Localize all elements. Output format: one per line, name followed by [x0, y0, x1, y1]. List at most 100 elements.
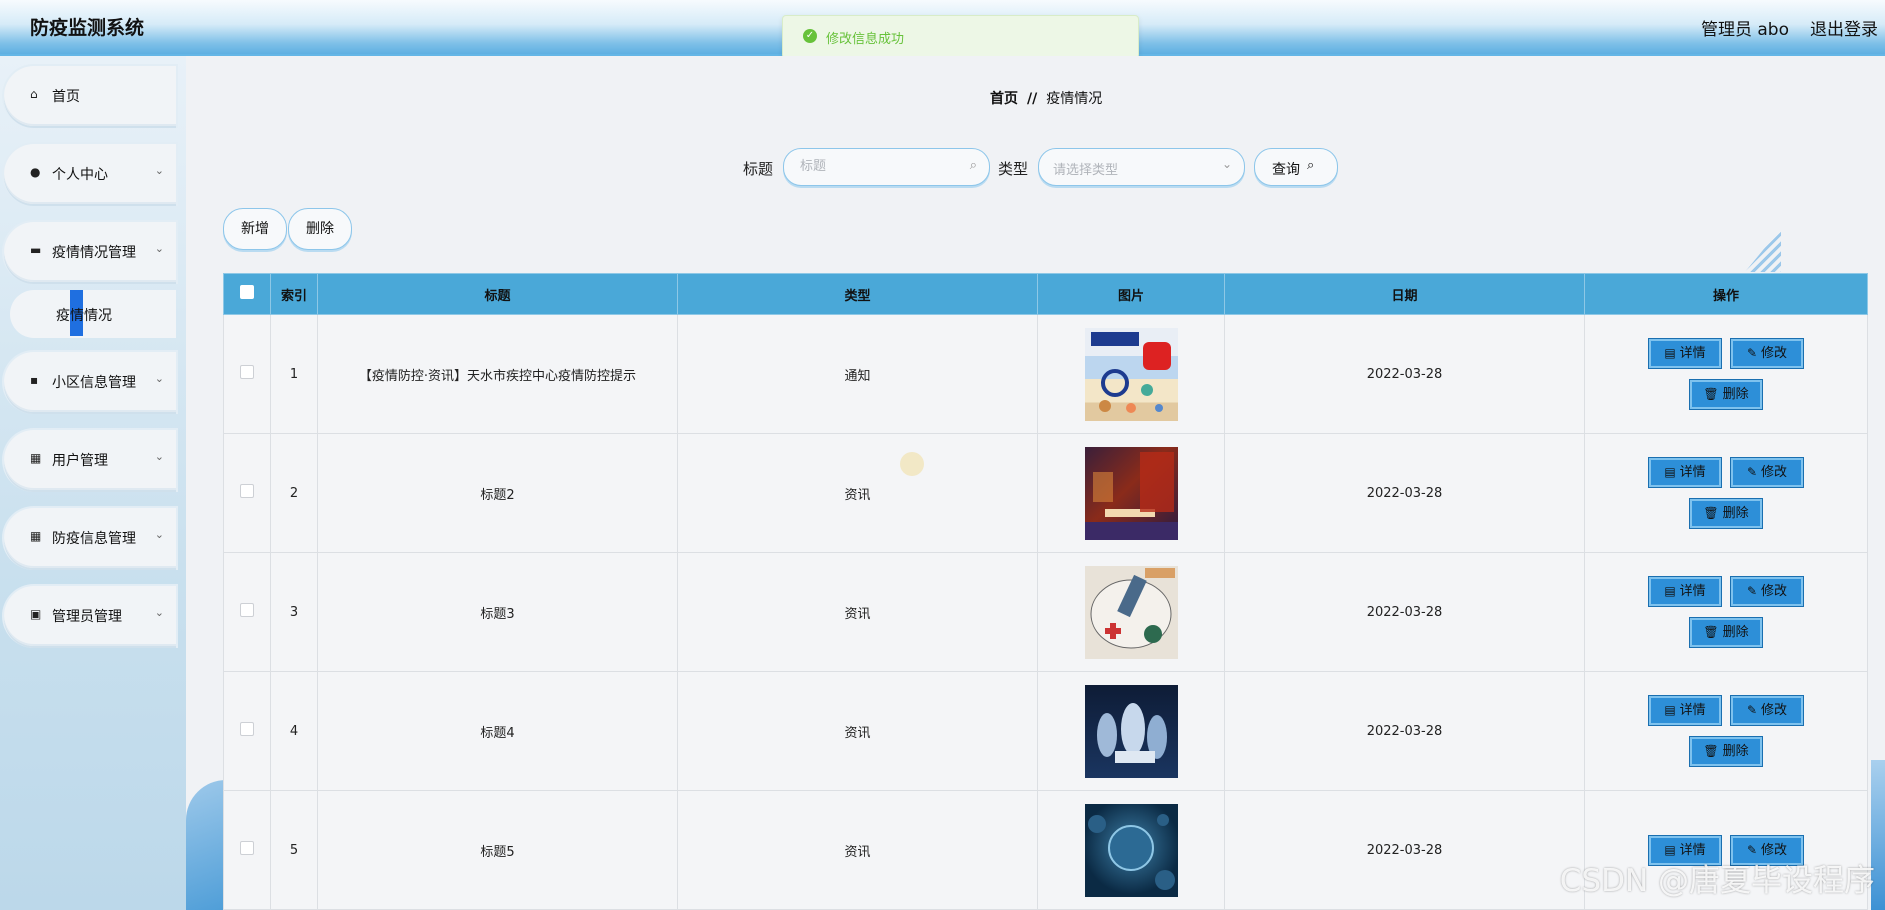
column-header-date: 日期 [1224, 273, 1585, 315]
sidebar-item-home[interactable]: ⌂ 首页 [4, 66, 176, 126]
success-toast: ✓ 修改信息成功 [782, 15, 1139, 59]
sidebar-subitem-label: 疫情情况 [56, 308, 112, 324]
detail-button[interactable]: ▤ 详情 [1648, 576, 1722, 607]
breadcrumb-home[interactable]: 首页 [990, 91, 1018, 107]
row-index: 5 [270, 790, 318, 910]
admin-label: 管理员 abo [1700, 20, 1789, 40]
type-select[interactable]: 请选择类型 ⌄ [1038, 148, 1245, 186]
column-header-title: 标题 [317, 273, 678, 315]
detail-button-label: 详情 [1679, 346, 1706, 361]
grid-icon: ▦ [30, 529, 42, 543]
chevron-down-icon: ⌄ [154, 164, 164, 177]
decorative-wave [186, 780, 226, 910]
add-button[interactable]: 新增 [223, 208, 287, 250]
type-select-placeholder: 请选择类型 [1053, 163, 1119, 178]
detail-button[interactable]: ▤ 详情 [1648, 338, 1722, 369]
select-all-cell[interactable] [223, 273, 271, 315]
delete-button[interactable]: 🗑 删除 [1689, 379, 1763, 410]
document-icon: ▤ [1664, 703, 1676, 717]
sidebar-item-label: 首页 [52, 89, 80, 105]
row-title: 标题4 [317, 671, 678, 791]
column-header-type: 类型 [677, 273, 1038, 315]
edit-button[interactable]: ✎ 修改 [1730, 338, 1804, 369]
delete-button-label: 删除 [1722, 387, 1749, 402]
pencil-icon: ✎ [1746, 346, 1758, 360]
column-header-actions: 操作 [1584, 273, 1868, 315]
row-type: 资讯 [677, 671, 1038, 791]
table-row: 2 标题2 资讯 2022-03-28 ▤ 详情 ✎ 修改 🗑 删除 [223, 433, 1868, 553]
delete-button[interactable]: 🗑 删除 [1689, 498, 1763, 529]
row-date: 2022-03-28 [1224, 314, 1585, 434]
row-checkbox[interactable] [240, 484, 254, 498]
row-date: 2022-03-28 [1224, 552, 1585, 672]
table-header-row: 索引 标题 类型 图片 日期 操作 [223, 273, 1868, 315]
row-checkbox[interactable] [240, 841, 254, 855]
pencil-icon: ✎ [1746, 703, 1758, 717]
trash-icon: 🗑 [1703, 625, 1719, 639]
edit-button-label: 修改 [1761, 465, 1788, 480]
logout-link[interactable]: 退出登录 [1810, 15, 1878, 40]
sidebar: ⌂ 首页 ● 个人中心 ⌄ ▬ 疫情情况管理 ⌄ 疫情情况 ▪ 小区信息管理 ⌄… [0, 56, 186, 910]
poster-graphic [1090, 331, 1171, 413]
row-type: 资讯 [677, 433, 1038, 553]
row-type: 通知 [677, 314, 1038, 434]
query-button[interactable]: 查询 ⌕ [1254, 148, 1338, 186]
breadcrumb-current: 疫情情况 [1046, 91, 1103, 107]
chevron-down-icon: ⌄ [154, 242, 164, 255]
row-checkbox[interactable] [240, 722, 254, 736]
row-date: 2022-03-28 [1224, 671, 1585, 791]
edit-button-label: 修改 [1761, 346, 1788, 361]
detail-button[interactable]: ▤ 详情 [1648, 457, 1722, 488]
row-title: 标题2 [317, 433, 678, 553]
column-header-image: 图片 [1037, 273, 1225, 315]
search-icon: ⌕ [1307, 158, 1315, 173]
sidebar-item-user-management[interactable]: ▦ 用户管理 ⌄ [4, 430, 176, 490]
row-date: 2022-03-28 [1224, 790, 1585, 910]
edit-button[interactable]: ✎ 修改 [1730, 576, 1804, 607]
row-checkbox[interactable] [240, 603, 254, 617]
row-type: 资讯 [677, 552, 1038, 672]
delete-button[interactable]: 🗑 删除 [1689, 617, 1763, 648]
table-row: 3 标题3 资讯 2022-03-28 ▤ 详情 ✎ 修改 🗑 删除 [223, 552, 1868, 672]
row-index: 2 [270, 433, 318, 553]
sidebar-item-prevention-info[interactable]: ▦ 防疫信息管理 ⌄ [4, 508, 176, 568]
trash-icon: 🗑 [1703, 506, 1719, 520]
sidebar-item-label: 疫情情况管理 [52, 245, 136, 261]
illustration-graphic [1090, 567, 1175, 648]
chevron-down-icon: ⌄ [154, 372, 164, 385]
row-checkbox[interactable] [240, 365, 254, 379]
delete-button[interactable]: 🗑 删除 [1689, 736, 1763, 767]
sidebar-item-personal-center[interactable]: ● 个人中心 ⌄ [4, 144, 176, 204]
search-icon: ⌕ [969, 158, 977, 173]
edit-button[interactable]: ✎ 修改 [1730, 457, 1804, 488]
sidebar-subitem-epidemic[interactable]: 疫情情况 [10, 290, 176, 338]
sidebar-item-epidemic-management[interactable]: ▬ 疫情情况管理 ⌄ [4, 222, 176, 282]
detail-button-label: 详情 [1679, 584, 1706, 599]
sidebar-item-community-management[interactable]: ▪ 小区信息管理 ⌄ [4, 352, 176, 412]
table-row: 1 【疫情防控·资讯】天水市疾控中心疫情防控提示 通知 2022-03-28 ▤… [223, 314, 1868, 434]
delete-button-label: 删除 [1722, 744, 1749, 759]
edit-button[interactable]: ✎ 修改 [1730, 695, 1804, 726]
briefcase-icon: ▬ [30, 243, 42, 257]
mouse-cursor [900, 452, 924, 476]
document-icon: ▤ [1664, 584, 1676, 598]
delete-button-label: 删除 [1722, 625, 1749, 640]
title-search-field[interactable]: ⌕ [783, 148, 990, 186]
sidebar-item-admin-management[interactable]: ▣ 管理员管理 ⌄ [4, 586, 176, 646]
staff-graphic [1096, 702, 1167, 763]
select-all-checkbox[interactable] [240, 285, 254, 299]
medical-staff-image [1084, 684, 1178, 778]
bulk-delete-button[interactable]: 删除 [288, 208, 352, 250]
row-date: 2022-03-28 [1224, 433, 1585, 553]
row-index: 1 [270, 314, 318, 434]
virus-image [1084, 803, 1178, 897]
title-search-input[interactable] [798, 158, 962, 175]
title-filter-label: 标题 [743, 160, 774, 178]
detail-button[interactable]: ▤ 详情 [1648, 695, 1722, 726]
chevron-down-icon: ⌄ [154, 450, 164, 463]
row-title: 【疫情防控·资讯】天水市疾控中心疫情防控提示 [317, 314, 678, 434]
sidebar-item-label: 防疫信息管理 [52, 531, 136, 547]
poster-image [1084, 327, 1178, 421]
sidebar-item-label: 用户管理 [52, 453, 108, 469]
chevron-down-icon: ⌄ [154, 606, 164, 619]
